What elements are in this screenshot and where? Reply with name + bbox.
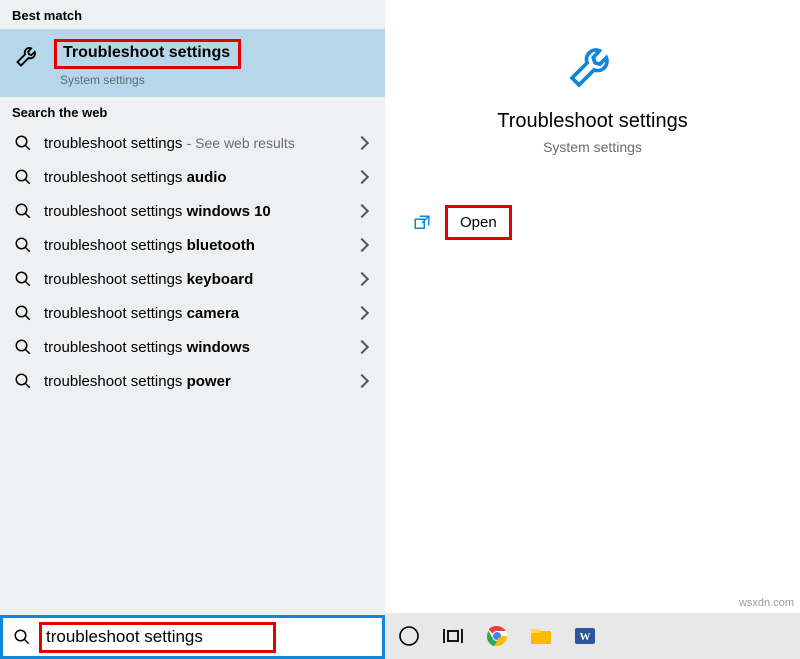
word-icon[interactable]: W: [573, 624, 597, 648]
search-icon: [14, 168, 32, 186]
chevron-right-icon: [355, 204, 369, 218]
web-result-item[interactable]: troubleshoot settings power: [0, 364, 385, 398]
web-result-text: troubleshoot settings keyboard: [44, 271, 345, 288]
web-result-text: troubleshoot settings - See web results: [44, 135, 345, 152]
chevron-right-icon: [355, 306, 369, 320]
chevron-right-icon: [355, 170, 369, 184]
best-match-item[interactable]: Troubleshoot settings System settings: [0, 29, 385, 97]
web-result-item[interactable]: troubleshoot settings windows: [0, 330, 385, 364]
web-result-item[interactable]: troubleshoot settings windows 10: [0, 194, 385, 228]
search-icon: [14, 338, 32, 356]
chevron-right-icon: [355, 238, 369, 252]
chrome-icon[interactable]: [485, 624, 509, 648]
watermark: wsxdn.com: [739, 597, 794, 609]
search-input[interactable]: [46, 627, 267, 647]
preview-panel: Troubleshoot settings System settings Op…: [385, 0, 800, 659]
preview-title: Troubleshoot settings: [497, 110, 687, 133]
web-result-text: troubleshoot settings power: [44, 373, 345, 390]
best-match-title: Troubleshoot settings: [63, 44, 230, 62]
search-icon: [14, 304, 32, 322]
web-result-text: troubleshoot settings windows: [44, 339, 345, 356]
svg-text:W: W: [580, 631, 591, 643]
search-icon: [14, 202, 32, 220]
web-result-item[interactable]: troubleshoot settings - See web results: [0, 126, 385, 160]
search-icon: [14, 134, 32, 152]
search-bar[interactable]: [0, 615, 385, 659]
web-result-item[interactable]: troubleshoot settings bluetooth: [0, 228, 385, 262]
web-result-text: troubleshoot settings camera: [44, 305, 345, 322]
search-icon: [14, 236, 32, 254]
file-explorer-icon[interactable]: [529, 624, 553, 648]
search-the-web-header: Search the web: [0, 97, 385, 126]
open-icon: [413, 214, 431, 232]
cortana-icon[interactable]: [397, 624, 421, 648]
web-result-text: troubleshoot settings audio: [44, 169, 345, 186]
web-result-item[interactable]: troubleshoot settings camera: [0, 296, 385, 330]
search-icon: [14, 372, 32, 390]
wrench-icon: [14, 41, 42, 69]
web-result-text: troubleshoot settings windows 10: [44, 203, 345, 220]
best-match-subtitle: System settings: [60, 73, 241, 87]
search-icon: [14, 270, 32, 288]
chevron-right-icon: [355, 340, 369, 354]
web-result-item[interactable]: troubleshoot settings keyboard: [0, 262, 385, 296]
chevron-right-icon: [355, 374, 369, 388]
task-view-icon[interactable]: [441, 624, 465, 648]
wrench-icon: [565, 36, 621, 92]
preview-subtitle: System settings: [543, 139, 642, 155]
web-result-text: troubleshoot settings bluetooth: [44, 237, 345, 254]
chevron-right-icon: [355, 272, 369, 286]
search-results-panel: Best match Troubleshoot settings System …: [0, 0, 385, 659]
web-result-item[interactable]: troubleshoot settings audio: [0, 160, 385, 194]
search-icon: [13, 628, 31, 646]
open-button[interactable]: Open: [445, 205, 512, 240]
best-match-header: Best match: [0, 0, 385, 29]
taskbar: W: [385, 613, 800, 659]
chevron-right-icon: [355, 136, 369, 150]
